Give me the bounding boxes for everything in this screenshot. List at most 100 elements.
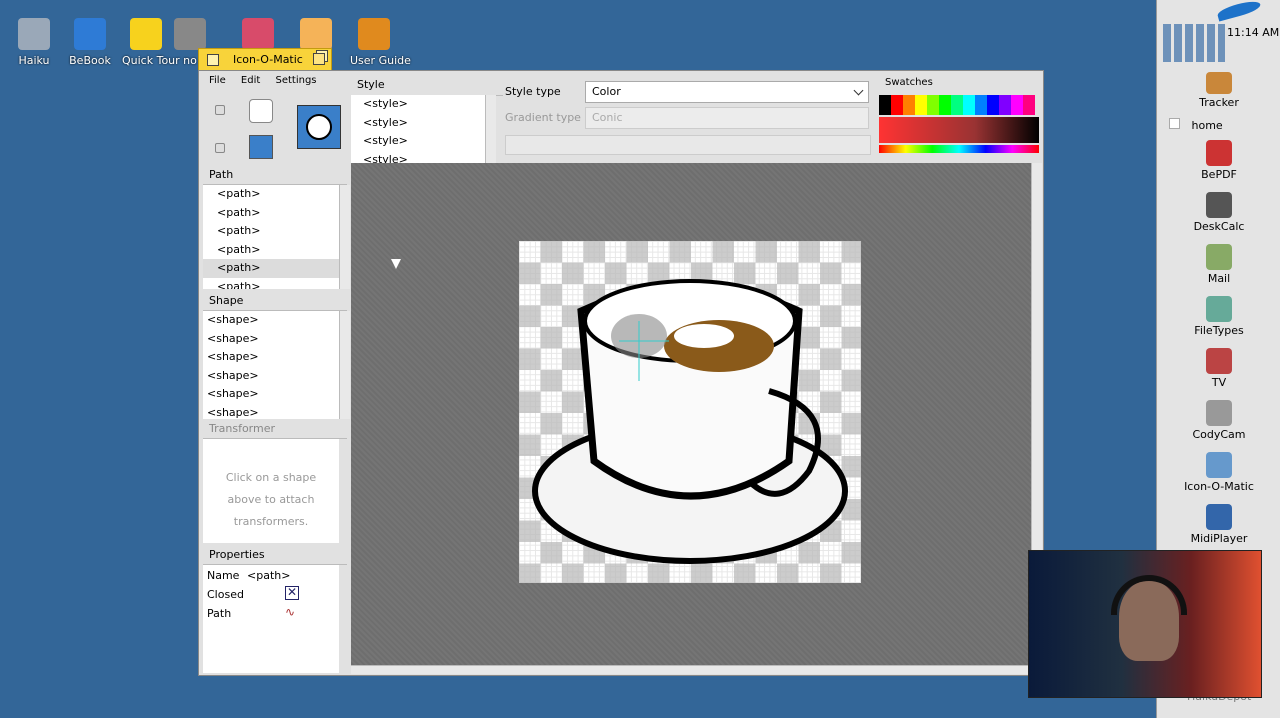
close-icon[interactable] xyxy=(207,54,219,66)
shape-list[interactable]: <shape> <shape> <shape> <shape> <shape> <shap… xyxy=(203,311,339,419)
prop-closed-label: Closed xyxy=(207,588,244,601)
swatch[interactable] xyxy=(879,95,891,115)
clock[interactable]: 11:14 AM xyxy=(1227,26,1279,39)
style-item[interactable]: <style> xyxy=(351,132,485,151)
deskbar-item-deskcalc[interactable]: DeskCalc xyxy=(1157,192,1280,233)
bepdf-icon xyxy=(1206,140,1232,166)
deskbar-item-bepdf[interactable]: BePDF xyxy=(1157,140,1280,181)
swatch[interactable] xyxy=(1011,95,1023,115)
transformer-header: Transformer xyxy=(203,419,347,439)
swatch[interactable] xyxy=(987,95,999,115)
prop-name-field[interactable]: <path> xyxy=(247,569,290,582)
style-item[interactable]: <style> xyxy=(351,95,485,114)
swatches-label: Swatches xyxy=(885,77,933,88)
path-item[interactable]: <path> xyxy=(203,185,339,204)
shape-item[interactable]: <shape> xyxy=(203,367,339,386)
deskbar-item-midiplayer[interactable]: MidiPlayer xyxy=(1157,504,1280,545)
path-item[interactable]: <path> xyxy=(203,259,339,278)
shape-item[interactable]: <shape> xyxy=(203,385,339,404)
deskbar-item-filetypes[interactable]: FileTypes xyxy=(1157,296,1280,337)
path-header: Path xyxy=(203,165,347,185)
tracker-item[interactable]: Tracker xyxy=(1157,72,1280,109)
window-tab[interactable]: Icon-O-Matic xyxy=(198,48,332,71)
path-item[interactable]: <path> xyxy=(203,222,339,241)
icon-o-matic-icon xyxy=(1206,452,1232,478)
desktop-icon-label: User Guide xyxy=(350,54,411,67)
deskbar-item-label: CodyCam xyxy=(1192,428,1246,441)
swatch[interactable] xyxy=(939,95,951,115)
haiku-leaf-icon[interactable] xyxy=(1216,0,1262,22)
swatch[interactable] xyxy=(915,95,927,115)
hue-slider[interactable] xyxy=(879,145,1039,153)
swatch[interactable] xyxy=(975,95,987,115)
midi-icon xyxy=(1206,504,1232,530)
deskbar-item-label: DeskCalc xyxy=(1193,220,1245,233)
deskbar-item-icon-o-matic[interactable]: Icon-O-Matic xyxy=(1157,452,1280,493)
style-header: Style xyxy=(351,75,503,96)
zoom-icon[interactable] xyxy=(312,53,325,65)
shape-scrollbar[interactable] xyxy=(339,311,350,419)
desktop-icon-quick-tour[interactable]: Quick Tour xyxy=(122,18,180,67)
menu-file[interactable]: File xyxy=(209,75,226,86)
swatch[interactable] xyxy=(999,95,1011,115)
webcam-icon xyxy=(1206,400,1232,426)
color-picker-area[interactable] xyxy=(879,117,1039,143)
icon-artboard[interactable] xyxy=(519,241,861,583)
icon-canvas[interactable] xyxy=(351,163,1031,667)
deskbar-item-tv[interactable]: TV xyxy=(1157,348,1280,389)
gradient-control[interactable] xyxy=(505,135,871,155)
path-item[interactable]: <path> xyxy=(203,204,339,223)
shape-item[interactable]: <shape> xyxy=(203,330,339,349)
tracker-icon xyxy=(1206,72,1232,94)
tv-icon xyxy=(1206,348,1232,374)
home-item[interactable]: home xyxy=(1169,118,1223,132)
path-item[interactable]: <path> xyxy=(203,241,339,260)
gradient-type-select[interactable]: Conic xyxy=(585,107,869,129)
transformer-list[interactable]: Click on a shape above to attach transfo… xyxy=(203,439,339,543)
deskbar-item-codycam[interactable]: CodyCam xyxy=(1157,400,1280,441)
path-item[interactable]: <path> xyxy=(203,278,339,289)
coffee-cup-icon xyxy=(532,279,848,564)
desktop-icon-user-guide[interactable]: User Guide xyxy=(350,18,411,67)
prop-path-label: Path xyxy=(207,607,232,620)
icon-preview-32-a xyxy=(249,99,273,123)
gradient-type-label: Gradient type xyxy=(505,111,581,124)
swatch[interactable] xyxy=(951,95,963,115)
swatch-row xyxy=(879,95,1039,117)
path-list[interactable]: <path> <path> <path> <path> <path> <path> xyxy=(203,185,339,289)
shape-header: Shape xyxy=(203,291,347,311)
calculator-icon xyxy=(1206,192,1232,218)
desktop-icon-label: Haiku xyxy=(18,54,50,67)
swatch[interactable] xyxy=(903,95,915,115)
path-link-icon[interactable]: ∿ xyxy=(285,605,295,619)
deskbar-item-mail[interactable]: Mail xyxy=(1157,244,1280,285)
style-scrollbar[interactable] xyxy=(485,95,496,163)
menu-bar: File Edit Settings xyxy=(203,75,343,93)
deskbar-item-label: Mail xyxy=(1207,272,1231,285)
shape-item[interactable]: <shape> xyxy=(203,404,339,419)
desktop-icon-bebook[interactable]: BeBook xyxy=(66,18,114,67)
desktop-icon-haiku[interactable]: Haiku xyxy=(10,18,58,67)
menu-settings[interactable]: Settings xyxy=(275,75,316,86)
deskbar-item-label: TV xyxy=(1211,376,1227,389)
deskbar-item-label: BePDF xyxy=(1201,168,1237,181)
style-type-select[interactable]: Color xyxy=(585,81,869,103)
closed-checkbox[interactable]: ✕ xyxy=(285,586,299,600)
shape-item[interactable]: <shape> xyxy=(203,348,339,367)
canvas-scrollbar-h[interactable] xyxy=(351,665,1031,674)
document-icon xyxy=(174,18,206,50)
swatch[interactable] xyxy=(1023,95,1035,115)
transformer-hint: Click on a shape above to attach transfo… xyxy=(225,471,317,528)
shape-item[interactable]: <shape> xyxy=(203,311,339,330)
menu-edit[interactable]: Edit xyxy=(241,75,260,86)
window-title: Icon-O-Matic xyxy=(233,53,303,66)
swatch[interactable] xyxy=(927,95,939,115)
style-list[interactable]: <style> <style> <style> <style> xyxy=(351,95,485,166)
properties-header: Properties xyxy=(203,545,347,565)
style-item[interactable]: <style> xyxy=(351,114,485,133)
path-scrollbar[interactable] xyxy=(339,185,350,289)
swatch[interactable] xyxy=(963,95,975,115)
swatch[interactable] xyxy=(891,95,903,115)
icon-o-matic-window: File Edit Settings Style <style> <style> <… xyxy=(198,70,1044,676)
properties-panel: Name <path> Closed ✕ Path ∿ xyxy=(203,565,339,673)
